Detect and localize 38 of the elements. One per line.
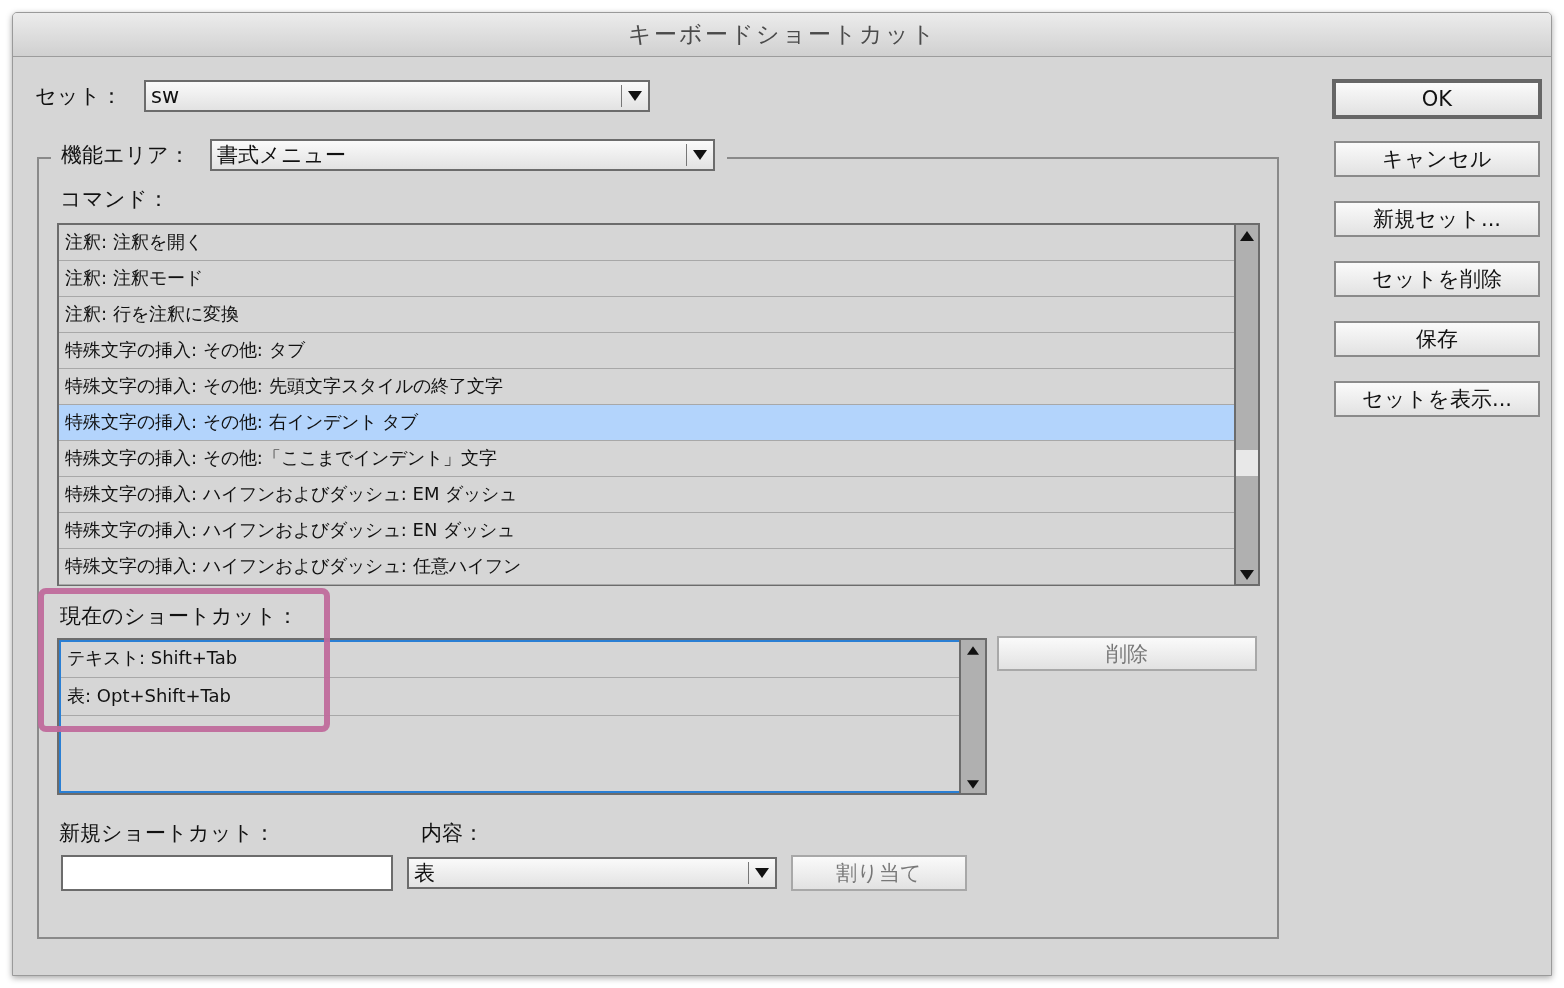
feature-area-label: 機能エリア： [61, 142, 190, 169]
shortcut-item[interactable]: 表: Opt+Shift+Tab [61, 678, 959, 716]
feature-area-dropdown[interactable]: 書式メニュー [210, 139, 715, 171]
dialog-button[interactable]: 保存 [1334, 321, 1540, 357]
command-item[interactable]: 特殊文字の挿入: その他:「ここまでインデント」文字 [59, 441, 1234, 477]
dialog-button[interactable]: セットを削除 [1334, 261, 1540, 297]
current-shortcuts-label: 現在のショートカット： [60, 603, 299, 630]
shortcut-input-field[interactable] [61, 855, 393, 891]
scrollbar[interactable] [959, 640, 985, 793]
scroll-down-icon[interactable] [1240, 570, 1254, 580]
dialog-button[interactable]: OK [1332, 79, 1542, 119]
window-title: キーボードショートカット [627, 20, 937, 49]
context-dropdown[interactable]: 表 [407, 857, 777, 889]
set-label: セット： [35, 83, 122, 110]
scrollbar[interactable] [1234, 225, 1258, 584]
set-dropdown[interactable]: sw [144, 80, 650, 112]
new-shortcut-label: 新規ショートカット： [59, 820, 275, 847]
scroll-up-icon[interactable] [967, 646, 979, 655]
command-item[interactable]: 注釈: 注釈モード [59, 261, 1234, 297]
caret-icon [755, 868, 769, 878]
dialog-button[interactable]: キャンセル [1334, 141, 1540, 177]
shortcut-item[interactable]: テキスト: Shift+Tab [61, 640, 959, 678]
commands-label: コマンド： [60, 186, 170, 213]
scroll-down-icon[interactable] [967, 780, 979, 789]
command-item[interactable]: 特殊文字の挿入: ハイフンおよびダッシュ: EM ダッシュ [59, 477, 1234, 513]
scroll-up-icon[interactable] [1240, 231, 1254, 241]
context-label: 内容： [421, 820, 484, 847]
command-item[interactable]: 特殊文字の挿入: その他: 右インデント タブ [59, 405, 1234, 441]
command-item[interactable]: 注釈: 注釈を開く [59, 225, 1234, 261]
command-item[interactable]: 注釈: 行を注釈に変換 [59, 297, 1234, 333]
caret-icon [693, 150, 707, 160]
command-item[interactable]: 特殊文字の挿入: ハイフンおよびダッシュ: EN ダッシュ [59, 513, 1234, 549]
command-item[interactable]: 特殊文字の挿入: その他: タブ [59, 333, 1234, 369]
dialog-button[interactable]: セットを表示... [1334, 381, 1540, 417]
dialog-button[interactable]: 新規セット... [1334, 201, 1540, 237]
command-item[interactable]: 特殊文字の挿入: ハイフンおよびダッシュ: 任意ハイフン [59, 549, 1234, 585]
scroll-thumb[interactable] [1236, 450, 1258, 476]
caret-icon [628, 91, 642, 101]
